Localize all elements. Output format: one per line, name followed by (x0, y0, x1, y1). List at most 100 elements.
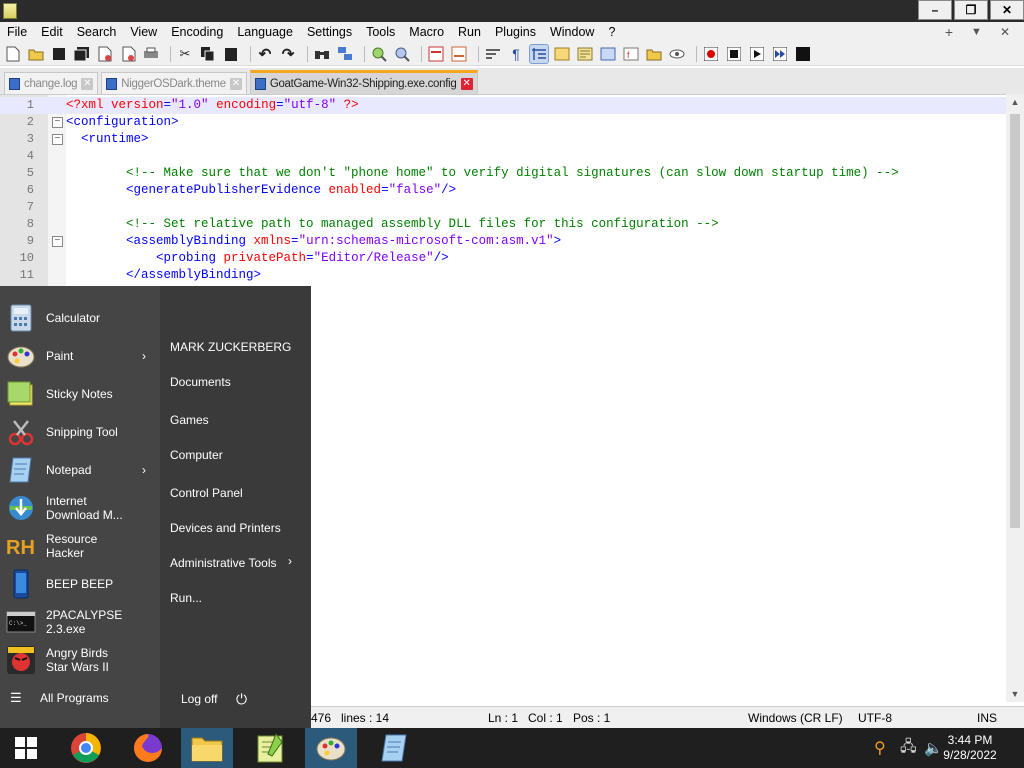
run-multiple-icon[interactable] (771, 45, 789, 63)
taskbar-notepad-plus-plus[interactable] (244, 728, 296, 768)
taskbar-paint[interactable] (305, 728, 357, 768)
save-icon[interactable] (50, 45, 68, 63)
code-line[interactable]: 11 </assemblyBinding> (0, 267, 1006, 284)
place-devices-and-printers[interactable]: Devices and Printers (170, 521, 281, 535)
menu-tools[interactable]: Tools (359, 22, 402, 42)
status-eol[interactable]: Windows (CR LF) (748, 711, 843, 725)
code-line[interactable]: 10 <probing privatePath="Editor/Release"… (0, 250, 1006, 267)
save-macro-icon[interactable] (794, 45, 812, 63)
tab-close-icon[interactable]: ✕ (81, 77, 94, 90)
status-mode[interactable]: INS (977, 711, 997, 725)
stop-recording-icon[interactable] (725, 45, 743, 63)
print-icon[interactable] (142, 45, 160, 63)
search-icon[interactable]: ⚲ (874, 728, 886, 768)
code-line[interactable]: 8 <!-- Set relative path to managed asse… (0, 216, 1006, 233)
place-games[interactable]: Games (170, 413, 209, 427)
place-computer[interactable]: Computer (170, 448, 223, 462)
taskbar-firefox[interactable] (122, 728, 174, 768)
code-line[interactable]: 4 (0, 148, 1006, 165)
start-item-beep-beep[interactable]: BEEP BEEP (6, 569, 156, 599)
undo-icon[interactable]: ↶ (256, 45, 274, 63)
menu-settings[interactable]: Settings (300, 22, 359, 42)
place-run[interactable]: Run... (170, 591, 202, 605)
save-all-icon[interactable] (73, 45, 91, 63)
taskbar-chrome[interactable] (60, 728, 112, 768)
zoom-in-icon[interactable] (370, 45, 388, 63)
all-programs-button[interactable]: ☰ All Programs (10, 690, 160, 706)
code-line[interactable]: 2 − <configuration> (0, 114, 1006, 131)
start-item-notepad[interactable]: Notepad › (6, 455, 156, 485)
new-tab-icon[interactable]: + (945, 24, 953, 40)
taskbar-notepad[interactable] (368, 728, 420, 768)
start-item-resource-hacker[interactable]: RH Resource Hacker (6, 531, 156, 561)
document-list-icon[interactable] (599, 45, 617, 63)
status-encoding[interactable]: UTF-8 (858, 711, 892, 725)
code-line[interactable]: 5 <!-- Make sure that we don't "phone ho… (0, 165, 1006, 182)
restore-button[interactable]: ❐ (954, 0, 988, 20)
copy-icon[interactable] (199, 45, 217, 63)
menu-macro[interactable]: Macro (402, 22, 451, 42)
folder-as-workspace-icon[interactable] (645, 45, 663, 63)
close-file-icon[interactable] (96, 45, 114, 63)
scroll-up-icon[interactable]: ▲ (1006, 94, 1024, 110)
word-wrap-icon[interactable] (484, 45, 502, 63)
place-control-panel[interactable]: Control Panel (170, 486, 243, 500)
replace-icon[interactable] (336, 45, 354, 63)
code-line[interactable]: 1 <?xml version="1.0" encoding="utf-8" ?> (0, 97, 1006, 114)
place-user[interactable]: MARK ZUCKERBERG (170, 340, 291, 354)
start-item-snipping-tool[interactable]: Snipping Tool (6, 417, 156, 447)
start-item-paint[interactable]: Paint › (6, 341, 156, 371)
start-item-sticky-notes[interactable]: Sticky Notes (6, 379, 156, 409)
zoom-out-icon[interactable] (393, 45, 411, 63)
new-file-icon[interactable] (4, 45, 22, 63)
find-icon[interactable] (313, 45, 331, 63)
paste-icon[interactable] (222, 45, 240, 63)
scroll-down-icon[interactable]: ▼ (1006, 686, 1024, 702)
open-file-icon[interactable] (27, 45, 45, 63)
place-administrative-tools[interactable]: Administrative Tools (170, 556, 277, 570)
system-clock[interactable]: 3:44 PM 9/28/2022 (940, 733, 1000, 763)
power-icon[interactable]: ⏻ (236, 691, 247, 708)
menu-language[interactable]: Language (230, 22, 300, 42)
tab-change-log[interactable]: change.log ✕ (4, 72, 99, 94)
place-documents[interactable]: Documents (170, 375, 231, 389)
taskbar-file-explorer[interactable] (181, 728, 233, 768)
cut-icon[interactable]: ✂ (176, 45, 194, 63)
start-button[interactable] (0, 728, 52, 768)
logoff-button[interactable]: Log off (181, 692, 217, 706)
menu-file[interactable]: File (0, 22, 34, 42)
menu-help[interactable]: ? (601, 22, 622, 42)
code-line[interactable]: 6 <generatePublisherEvidence enabled="fa… (0, 182, 1006, 199)
fold-toggle-icon[interactable]: − (52, 134, 63, 145)
code-line[interactable]: 3 − <runtime> (0, 131, 1006, 148)
start-item-2pacalypse[interactable]: C:\>_ 2PACALYPSE 2.3.exe (6, 607, 156, 637)
sync-vertical-icon[interactable] (427, 45, 445, 63)
menu-window[interactable]: Window (543, 22, 601, 42)
close-all-icon[interactable] (119, 45, 137, 63)
playback-icon[interactable] (748, 45, 766, 63)
code-line[interactable]: 9 − <assemblyBinding xmlns="urn:schemas-m… (0, 233, 1006, 250)
tab-theme[interactable]: NiggerOSDark.theme ✕ (101, 72, 247, 94)
start-item-angry-birds[interactable]: Angry Birds Star Wars II (6, 645, 156, 675)
tab-config[interactable]: GoatGame-Win32-Shipping.exe.config ✕ (249, 70, 478, 94)
code-line[interactable]: 7 (0, 199, 1006, 216)
notepad-plus-plus-icon[interactable] (3, 3, 17, 19)
menu-edit[interactable]: Edit (34, 22, 70, 42)
show-all-characters-icon[interactable]: ¶ (507, 45, 525, 63)
menu-encoding[interactable]: Encoding (164, 22, 230, 42)
monitoring-icon[interactable] (668, 45, 686, 63)
sync-horizontal-icon[interactable] (450, 45, 468, 63)
menu-view[interactable]: View (123, 22, 164, 42)
function-list-icon[interactable]: f (622, 45, 640, 63)
menu-search[interactable]: Search (70, 22, 124, 42)
redo-icon[interactable]: ↷ (279, 45, 297, 63)
fold-toggle-icon[interactable]: − (52, 236, 63, 247)
close-document-icon[interactable]: ✕ (1000, 25, 1010, 39)
close-button[interactable]: ✕ (990, 0, 1024, 20)
scrollbar-thumb[interactable] (1010, 114, 1020, 528)
network-icon[interactable]: 🖧 (900, 728, 917, 768)
document-map-icon[interactable] (576, 45, 594, 63)
tab-close-icon[interactable]: ✕ (460, 77, 473, 90)
tab-list-icon[interactable]: ▼ (971, 26, 982, 38)
start-item-calculator[interactable]: Calculator (6, 303, 156, 333)
